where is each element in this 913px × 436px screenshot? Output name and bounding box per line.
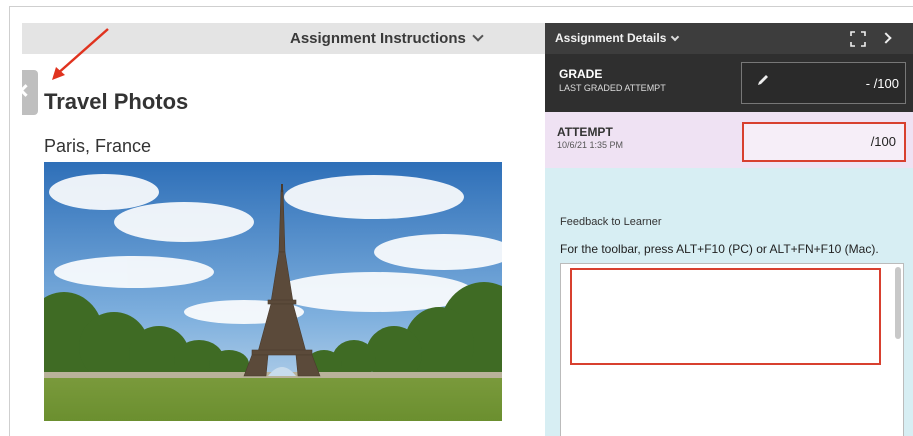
grade-title: GRADE [559, 67, 603, 81]
instructions-header-title[interactable]: Assignment Instructions [290, 30, 484, 47]
chevron-right-icon[interactable] [880, 32, 892, 44]
details-header: Assignment Details [545, 23, 913, 54]
details-header-title[interactable]: Assignment Details [555, 31, 680, 45]
grade-value: - /100 [865, 76, 899, 91]
editor-scrollbar[interactable] [895, 267, 901, 339]
app-frame: Assignment Instructions Travel Photos Pa… [9, 6, 913, 436]
grade-override-field[interactable]: - /100 [741, 62, 906, 104]
eiffel-tower-photo [44, 162, 502, 421]
photo-caption: Paris, France [44, 136, 152, 156]
attempt-grade-value: /100 [870, 134, 896, 149]
instructions-header[interactable]: Assignment Instructions [22, 23, 553, 54]
toolbar-hint: For the toolbar, press ALT+F10 (PC) or A… [560, 242, 879, 256]
expand-icon[interactable] [849, 30, 867, 48]
attempt-grade-input[interactable]: /100 [742, 122, 906, 162]
attempt-title: ATTEMPT [557, 125, 613, 139]
feedback-editor[interactable] [560, 263, 904, 436]
instructions-header-label: Assignment Instructions [290, 30, 466, 47]
pencil-icon[interactable] [756, 73, 770, 87]
assignment-instructions-panel: Assignment Instructions Travel Photos Pa… [19, 23, 553, 436]
collapse-panel-button[interactable] [19, 70, 38, 115]
assignment-details-panel: Assignment Details GRADE LAST GRADED ATT… [545, 23, 913, 436]
chevron-down-icon [671, 32, 680, 42]
attempt-section: ATTEMPT 10/6/21 1:35 PM /100 [545, 112, 913, 168]
chevron-down-icon [472, 30, 484, 42]
attempt-date: 10/6/21 1:35 PM [557, 140, 624, 150]
details-header-label: Assignment Details [555, 31, 667, 45]
collapse-arrow-icon [19, 84, 32, 97]
grade-subtitle: LAST GRADED ATTEMPT [559, 83, 666, 93]
highlight-box [570, 268, 881, 365]
page-title: Travel Photos [44, 89, 189, 114]
feedback-section: Feedback to Learner For the toolbar, pre… [545, 168, 913, 436]
grade-section: GRADE LAST GRADED ATTEMPT - /100 [545, 54, 913, 112]
feedback-label: Feedback to Learner [560, 216, 662, 228]
